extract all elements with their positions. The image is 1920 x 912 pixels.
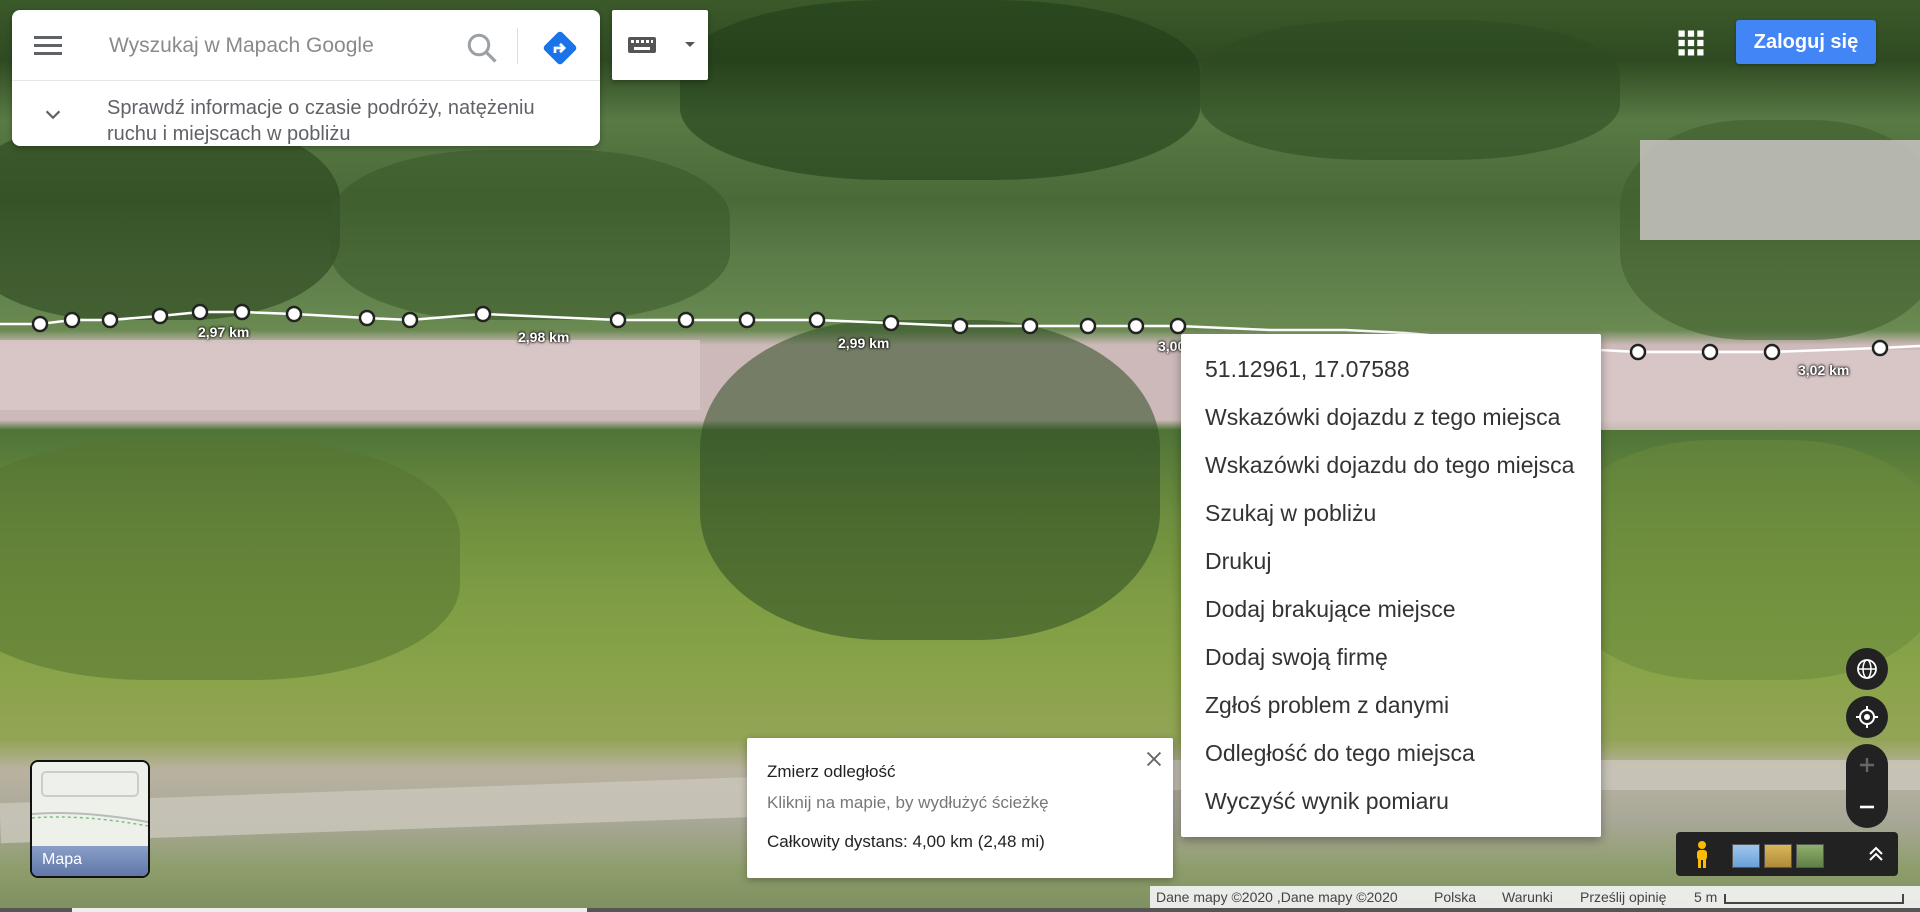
path-vertex[interactable] (1127, 317, 1145, 335)
layer-switcher-map[interactable]: Mapa (30, 760, 150, 878)
path-vertex[interactable] (808, 311, 826, 329)
scale-bar (1724, 894, 1904, 904)
hamburger-menu-icon[interactable] (34, 32, 64, 60)
path-distance-label: 2,98 km (518, 329, 570, 345)
pegman-icon[interactable] (1690, 840, 1714, 870)
measure-distance-panel: Zmierz odległość Kliknij na mapie, by wy… (747, 738, 1173, 878)
ctx-item-measure-distance[interactable]: Odległość do tego miejsca (1205, 740, 1577, 767)
path-vertex[interactable] (101, 311, 119, 329)
ctx-item-directions-to[interactable]: Wskazówki dojazdu do tego miejsca (1205, 452, 1577, 479)
path-vertex[interactable] (474, 305, 492, 323)
path-vertex[interactable] (1021, 317, 1039, 335)
path-distance-label: 2,99 km (838, 335, 890, 351)
path-vertex[interactable] (31, 315, 49, 333)
scroll-thumb[interactable] (72, 908, 587, 912)
ctx-item-print[interactable]: Drukuj (1205, 548, 1577, 575)
close-icon[interactable] (1143, 748, 1165, 770)
path-vertex[interactable] (738, 311, 756, 329)
keyboard-icon[interactable] (624, 32, 660, 58)
path-vertex[interactable] (1701, 343, 1719, 361)
path-vertex[interactable] (401, 311, 419, 329)
search-input[interactable] (107, 28, 451, 64)
path-vertex[interactable] (677, 311, 695, 329)
zoom-out-icon[interactable] (1846, 786, 1888, 828)
path-vertex[interactable] (951, 317, 969, 335)
map-attribution: Dane mapy ©2020 ,Dane mapy ©2020 (1156, 889, 1398, 905)
path-vertex[interactable] (882, 314, 900, 332)
path-vertex[interactable] (233, 303, 251, 321)
search-icon[interactable] (464, 30, 500, 66)
apps-grid-icon[interactable] (1676, 28, 1706, 58)
path-distance-label: 2,97 km (198, 324, 250, 340)
globe-button[interactable] (1846, 648, 1888, 690)
map-footer: Dane mapy ©2020 ,Dane mapy ©2020 Polska … (1150, 886, 1920, 908)
divider (517, 28, 518, 64)
travel-info-toggle[interactable]: Sprawdź informacje o czasie podróży, nat… (12, 82, 600, 146)
ctx-item-search-nearby[interactable]: Szukaj w pobliżu (1205, 500, 1577, 527)
path-vertex[interactable] (1169, 317, 1187, 335)
path-vertex[interactable] (1079, 317, 1097, 335)
ctx-item-report-problem[interactable]: Zgłoś problem z danymi (1205, 692, 1577, 719)
measure-total-distance: Całkowity dystans: 4,00 km (2,48 mi) (767, 832, 1045, 851)
zoom-in-icon[interactable] (1846, 744, 1888, 786)
measure-hint: Kliknij na mapie, by wydłużyć ścieżkę (767, 793, 1049, 812)
path-vertex[interactable] (151, 307, 169, 325)
search-row (12, 10, 600, 81)
path-vertex[interactable] (1763, 343, 1781, 361)
context-menu: 51.12961, 17.07588 Wskazówki dojazdu z t… (1181, 334, 1601, 837)
dropdown-arrow-icon[interactable] (678, 32, 702, 56)
path-vertex[interactable] (285, 305, 303, 323)
directions-icon[interactable] (540, 28, 580, 68)
scale-label: 5 m (1694, 889, 1718, 905)
path-vertex[interactable] (358, 309, 376, 327)
path-vertex[interactable] (1629, 343, 1647, 361)
path-distance-label: 3,02 km (1798, 362, 1850, 378)
street-view-strip (1676, 832, 1898, 876)
ctx-item-coordinates[interactable]: 51.12961, 17.07588 (1205, 356, 1577, 383)
path-vertex[interactable] (609, 311, 627, 329)
bottom-scroll-indicator (0, 908, 1920, 912)
search-panel: Sprawdź informacje o czasie podróży, nat… (12, 10, 600, 146)
ctx-item-add-missing-place[interactable]: Dodaj brakujące miejsce (1205, 596, 1577, 623)
layer-label: Mapa (32, 846, 148, 876)
ctx-item-directions-from[interactable]: Wskazówki dojazdu z tego miejsca (1205, 404, 1577, 431)
map-thumbnail (32, 762, 148, 846)
expand-icon[interactable] (1864, 842, 1888, 866)
ctx-item-clear-measurement[interactable]: Wyczyść wynik pomiaru (1205, 788, 1577, 815)
travel-info-text: Sprawdź informacje o czasie podróży, nat… (107, 97, 535, 145)
input-tools (612, 10, 708, 80)
country-link[interactable]: Polska (1434, 889, 1476, 905)
path-vertex[interactable] (1871, 339, 1889, 357)
path-vertex[interactable] (63, 311, 81, 329)
measure-title: Zmierz odległość (767, 762, 896, 781)
zoom-controls (1846, 744, 1888, 828)
my-location-icon (1856, 706, 1878, 728)
globe-icon (1857, 659, 1877, 679)
terms-link[interactable]: Warunki (1502, 889, 1553, 905)
layer-thumb-3[interactable] (1796, 844, 1824, 868)
sign-in-button[interactable]: Zaloguj się (1736, 20, 1876, 64)
layer-thumb-1[interactable] (1732, 844, 1760, 868)
feedback-link[interactable]: Prześlij opinię (1580, 889, 1666, 905)
layer-thumb-2[interactable] (1764, 844, 1792, 868)
ctx-item-add-business[interactable]: Dodaj swoją firmę (1205, 644, 1577, 671)
path-vertex[interactable] (191, 303, 209, 321)
chevron-down-icon (45, 110, 61, 120)
my-location-button[interactable] (1846, 696, 1888, 738)
